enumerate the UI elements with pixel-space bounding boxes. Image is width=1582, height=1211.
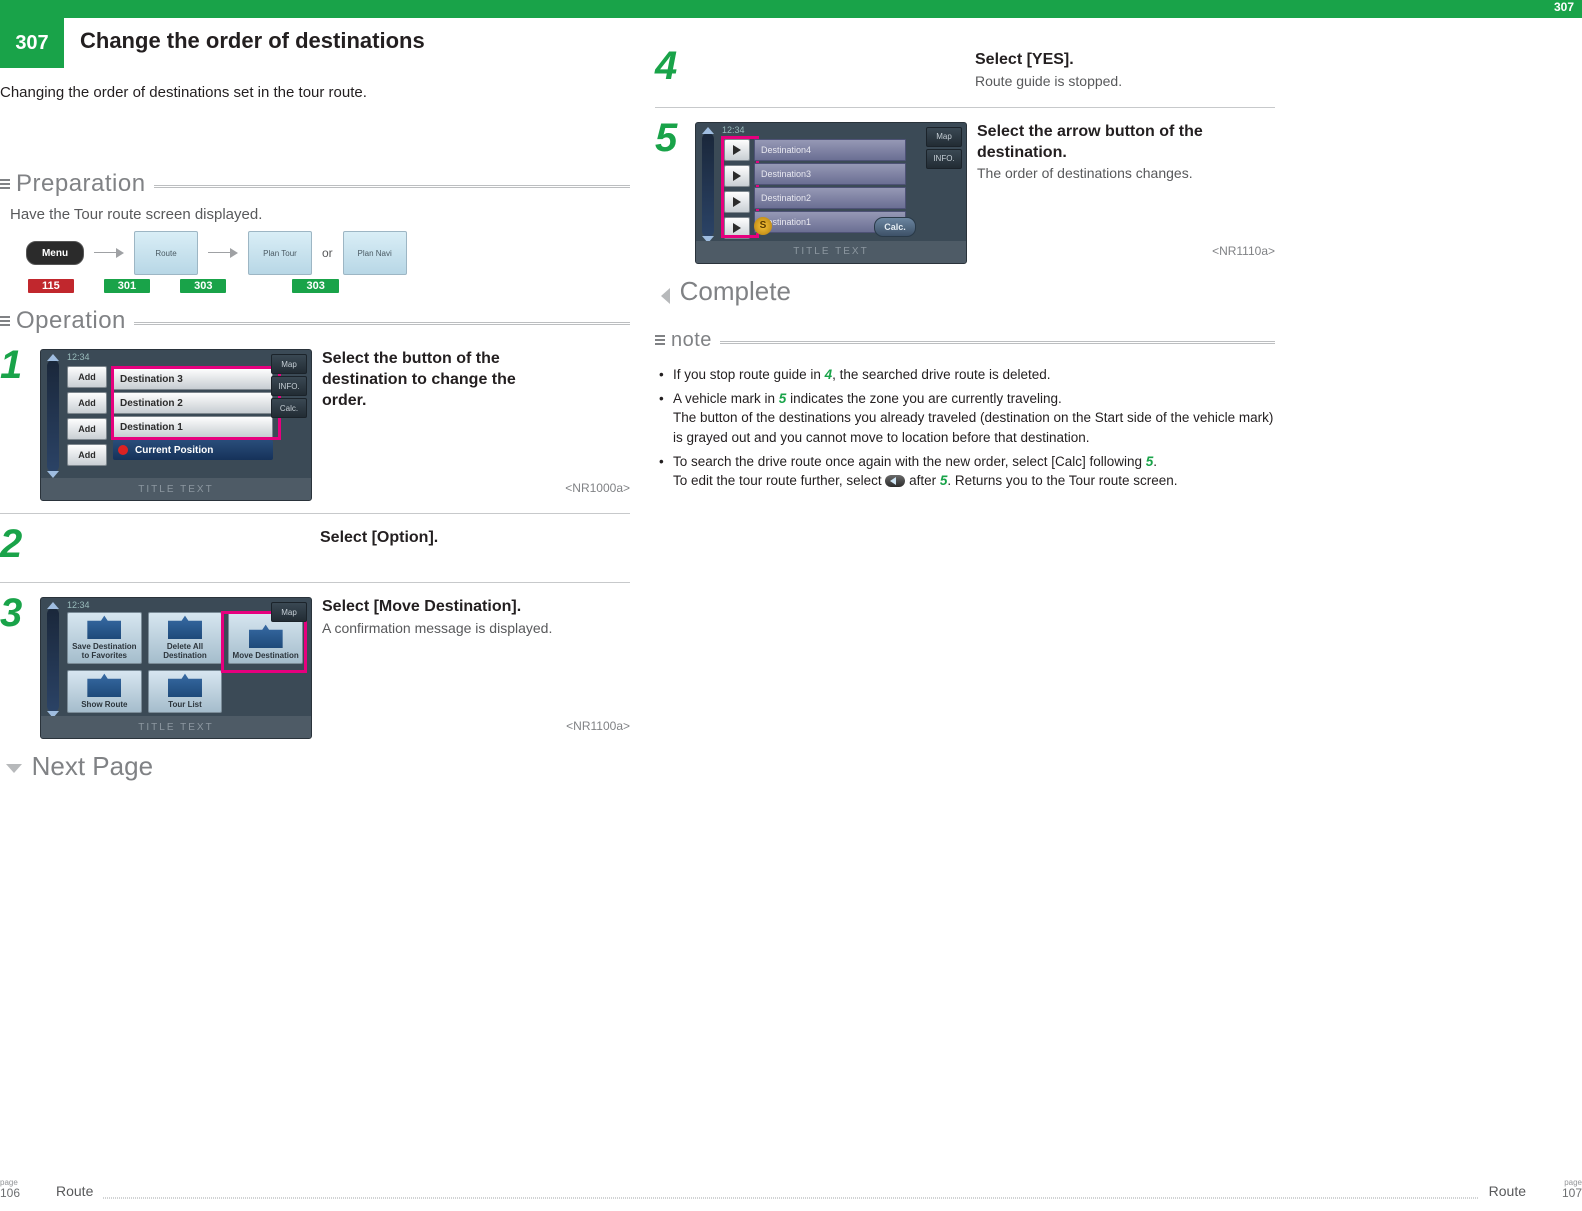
title-text-bar: TITLE TEXT <box>696 241 966 263</box>
title-text-bar: TITLE TEXT <box>41 716 311 738</box>
step-number: 2 <box>0 524 36 564</box>
ref-tag: 115 <box>28 279 74 293</box>
step-2: 2 Select [Option]. <box>0 524 630 583</box>
screenshot-step3: 12:34 Save Destination to Favorites Dele… <box>40 597 312 739</box>
option-delete-all: Delete All Destination <box>148 612 223 664</box>
image-reference: <NR1110a> <box>1212 244 1275 258</box>
arrow-button <box>724 217 750 239</box>
preparation-heading: Preparation <box>0 170 630 198</box>
footer-category-right: Route <box>1489 1183 1526 1199</box>
map-badge: Map <box>926 127 962 147</box>
step-4: 4 Select [YES]. Route guide is stopped. <box>655 46 1275 108</box>
menu-button-image: Menu <box>26 241 84 265</box>
operation-label: Operation <box>16 307 126 335</box>
complete-marker: Complete <box>655 276 1275 307</box>
option-save-destination: Save Destination to Favorites <box>67 612 142 664</box>
chevron-left-icon <box>661 288 670 304</box>
step-number: 4 <box>655 46 691 89</box>
screenshot-step5: 12:34 Destination4 Destination3 Destinat… <box>695 122 967 264</box>
option-show-route: Show Route <box>67 670 142 713</box>
map-badge: Map <box>271 602 307 622</box>
next-page-marker: Next Page <box>0 751 630 782</box>
step-instruction: Select [Move Destination]. <box>322 597 560 618</box>
arrow-icon <box>94 248 124 258</box>
step-1: 1 12:34 Add Add Add Add Destination 3 De… <box>0 345 630 514</box>
option-tour-list: Tour List <box>148 670 223 713</box>
image-reference: <NR1100a> <box>566 719 630 733</box>
plan-navi-image: Plan Navi <box>343 231 407 275</box>
note-heading: note <box>655 329 1275 352</box>
current-position-row: Current Position <box>113 440 273 460</box>
add-button: Add <box>67 392 107 414</box>
step-number: 5 <box>655 118 691 264</box>
step-instruction: Select the button of the destination to … <box>322 349 559 411</box>
option-empty <box>228 670 303 713</box>
arrow-button <box>724 139 750 161</box>
scroll-slider <box>47 608 59 712</box>
add-button: Add <box>67 366 107 388</box>
step-instruction: Select [YES]. <box>975 50 1275 71</box>
step-number: 3 <box>0 593 36 739</box>
screenshot-step1: 12:34 Add Add Add Add Destination 3 Dest… <box>40 349 312 501</box>
calc-badge: Calc. <box>271 398 307 418</box>
clock-label: 12:34 <box>722 125 745 135</box>
clock-label: 12:34 <box>67 600 90 610</box>
destination-row: Destination 2 <box>113 392 273 414</box>
chevron-down-icon <box>6 764 22 773</box>
note-label: note <box>671 329 712 352</box>
arrow-button <box>724 165 750 187</box>
reference-tags: 115 301 303 303 <box>28 279 630 293</box>
info-badge: INFO. <box>271 376 307 396</box>
footer-rule <box>103 1197 1478 1199</box>
add-button: Add <box>67 418 107 440</box>
step-instruction: Select the arrow button of the destinati… <box>977 122 1206 164</box>
note-item: To search the drive route once again wit… <box>673 452 1275 491</box>
page-footer: page 106 Route Route page 107 <box>0 1179 1582 1199</box>
step-description: A confirmation message is displayed. <box>322 620 560 636</box>
destination-row: Destination 3 <box>113 368 273 390</box>
note-item: If you stop route guide in 4, the search… <box>673 365 1275 385</box>
plan-tour-image: Plan Tour <box>248 231 312 275</box>
title-text-bar: TITLE TEXT <box>41 478 311 500</box>
info-badge: INFO. <box>926 149 962 169</box>
page-number-right: page 107 <box>1536 1179 1582 1199</box>
complete-label: Complete <box>680 276 791 306</box>
route-screen-image: Route <box>134 231 198 275</box>
calc-button: Calc. <box>874 217 916 237</box>
destination-row: Destination 1 <box>113 416 273 438</box>
image-reference: <NR1000a> <box>565 481 630 495</box>
ref-tag: 303 <box>292 279 338 293</box>
clock-label: 12:34 <box>67 352 90 362</box>
scroll-slider <box>47 360 59 472</box>
back-icon <box>885 475 905 487</box>
map-badge: Map <box>271 354 307 374</box>
step-5: 5 12:34 Destination4 Destination3 Dest <box>655 118 1275 276</box>
preparation-instruction: Have the Tour route screen displayed. <box>10 206 630 223</box>
scroll-slider <box>702 133 714 237</box>
note-item: A vehicle mark in 5 indicates the zone y… <box>673 389 1275 448</box>
ref-tag: 303 <box>180 279 226 293</box>
step-number: 1 <box>0 345 36 501</box>
destination-row: Destination3 <box>754 163 906 185</box>
destination-row: Destination2 <box>754 187 906 209</box>
preparation-label: Preparation <box>16 170 146 198</box>
add-button: Add <box>67 444 107 466</box>
note-list: If you stop route guide in 4, the search… <box>655 365 1275 490</box>
arrow-button <box>724 191 750 213</box>
ref-tag: 301 <box>104 279 150 293</box>
start-badge: S <box>754 217 772 235</box>
preparation-breadcrumb: Menu Route Plan Tour or Plan Navi <box>26 231 630 275</box>
step-description: The order of destinations changes. <box>977 165 1206 181</box>
page-number-left: page 106 <box>0 1179 46 1199</box>
step-description: Route guide is stopped. <box>975 73 1275 89</box>
destination-row: Destination4 <box>754 139 906 161</box>
operation-heading: Operation <box>0 307 630 335</box>
or-label: or <box>322 246 333 260</box>
step-3: 3 12:34 Save Destination to Favorites De… <box>0 593 630 751</box>
step-instruction: Select [Option]. <box>320 528 630 549</box>
next-page-label: Next Page <box>32 751 153 781</box>
footer-category-left: Route <box>56 1183 93 1199</box>
arrow-icon <box>208 248 238 258</box>
